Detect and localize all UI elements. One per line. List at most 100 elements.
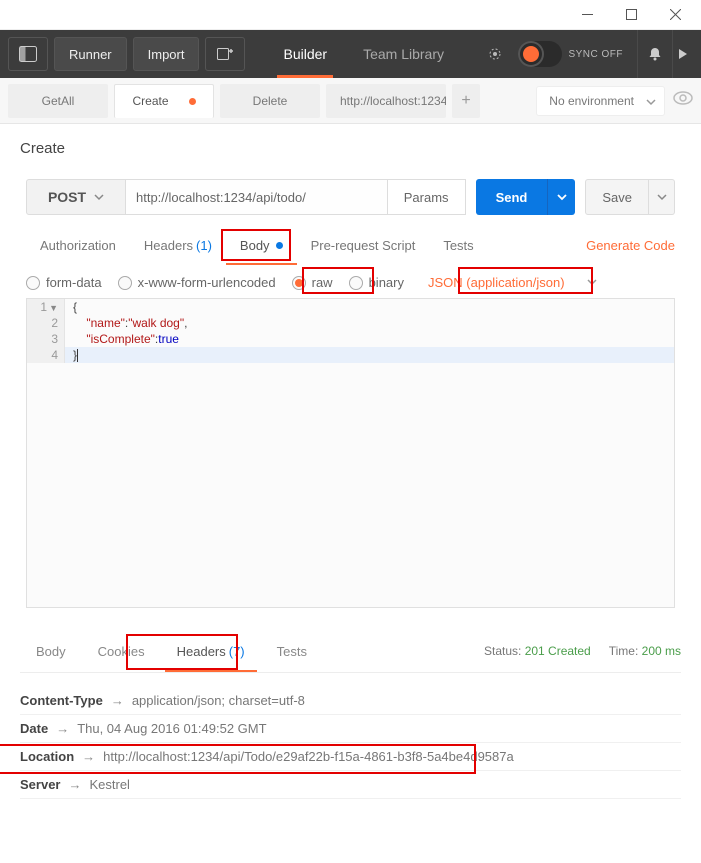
sidebar-toggle-button[interactable] bbox=[8, 37, 48, 71]
header-key: Location bbox=[20, 749, 74, 764]
environment-quicklook-button[interactable] bbox=[673, 91, 693, 110]
headers-count: (7) bbox=[229, 644, 245, 659]
line-number: 4 bbox=[27, 347, 65, 363]
radio-label: raw bbox=[312, 275, 333, 290]
mode-tab-builder[interactable]: Builder bbox=[265, 30, 345, 78]
response-tab-body[interactable]: Body bbox=[20, 630, 82, 672]
window-close-button[interactable] bbox=[653, 1, 697, 29]
response-tabs: Body Cookies Headers (7) Tests Status: 2… bbox=[20, 630, 681, 672]
header-key: Date bbox=[20, 721, 48, 736]
window-titlebar bbox=[0, 0, 701, 30]
line-number: 3 bbox=[27, 331, 65, 347]
body-type-raw[interactable]: raw bbox=[292, 275, 333, 290]
subtab-authorization[interactable]: Authorization bbox=[26, 225, 130, 265]
sync-label: SYNC OFF bbox=[568, 49, 623, 60]
chevron-down-icon bbox=[657, 190, 667, 205]
save-dropdown-button[interactable] bbox=[649, 179, 675, 215]
code-line: "name":"walk dog", bbox=[65, 315, 195, 331]
mode-tab-team-library[interactable]: Team Library bbox=[345, 30, 462, 78]
status-label: Status: 201 Created bbox=[484, 644, 591, 658]
environment-select[interactable]: No environment bbox=[536, 86, 665, 116]
request-tab-create[interactable]: Create bbox=[114, 84, 214, 118]
tab-label: Headers bbox=[177, 644, 226, 659]
header-value: Kestrel bbox=[89, 777, 129, 792]
runner-button[interactable]: Runner bbox=[54, 37, 127, 71]
body-type-row: form-data x-www-form-urlencoded raw bina… bbox=[0, 265, 701, 294]
radio-label: binary bbox=[369, 275, 404, 290]
divider bbox=[20, 672, 681, 673]
subtab-tests[interactable]: Tests bbox=[429, 225, 487, 265]
save-button[interactable]: Save bbox=[585, 179, 649, 215]
window-maximize-button[interactable] bbox=[609, 1, 653, 29]
header-value: Thu, 04 Aug 2016 01:49:52 GMT bbox=[77, 721, 266, 736]
chevron-down-icon bbox=[94, 189, 104, 205]
arrow-icon: → bbox=[68, 777, 81, 792]
radio-icon bbox=[349, 276, 363, 290]
header-key: Content-Type bbox=[20, 693, 103, 708]
params-button[interactable]: Params bbox=[388, 179, 466, 215]
subtab-label: Body bbox=[240, 238, 270, 253]
request-url-input[interactable] bbox=[126, 179, 388, 215]
environment-label: No environment bbox=[549, 94, 634, 108]
tab-label: Create bbox=[132, 94, 168, 108]
request-tab-url[interactable]: http://localhost:1234 bbox=[326, 84, 446, 118]
unsaved-dot-icon bbox=[189, 98, 196, 105]
status-value: 201 Created bbox=[525, 644, 591, 658]
header-key: Server bbox=[20, 777, 60, 792]
subtab-label: Headers bbox=[144, 238, 193, 253]
arrow-icon: → bbox=[111, 693, 124, 708]
new-tab-button[interactable] bbox=[205, 37, 245, 71]
overflow-button[interactable] bbox=[673, 49, 693, 59]
code-line: } bbox=[65, 347, 86, 363]
content-type-label: JSON (application/json) bbox=[428, 275, 565, 290]
body-indicator-icon bbox=[276, 242, 283, 249]
body-type-formdata[interactable]: form-data bbox=[26, 275, 102, 290]
code-line: "isComplete":true bbox=[65, 331, 187, 347]
app-toolbar: Runner Import Builder Team Library SYNC … bbox=[0, 30, 701, 78]
radio-icon bbox=[26, 276, 40, 290]
request-subtabs: Authorization Headers (1) Body Pre-reque… bbox=[0, 225, 701, 265]
body-content-type-select[interactable]: JSON (application/json) bbox=[428, 275, 565, 290]
generate-code-link[interactable]: Generate Code bbox=[586, 238, 675, 253]
line-number: 2 bbox=[27, 315, 65, 331]
send-button[interactable]: Send bbox=[476, 179, 548, 215]
response-tab-cookies[interactable]: Cookies bbox=[82, 630, 161, 672]
window-minimize-button[interactable] bbox=[565, 1, 609, 29]
subtab-prerequest[interactable]: Pre-request Script bbox=[297, 225, 430, 265]
arrow-icon: → bbox=[82, 749, 95, 764]
body-type-binary[interactable]: binary bbox=[349, 275, 404, 290]
response-header-row: Content-Type → application/json; charset… bbox=[20, 687, 681, 715]
code-line: { bbox=[65, 299, 85, 315]
request-body-editor[interactable]: 1▼ { 2 "name":"walk dog", 3 "isComplete"… bbox=[26, 298, 675, 608]
chevron-down-icon bbox=[557, 190, 567, 205]
response-header-row: Server → Kestrel bbox=[20, 771, 681, 799]
radio-label: x-www-form-urlencoded bbox=[138, 275, 276, 290]
radio-icon bbox=[118, 276, 132, 290]
body-type-urlencoded[interactable]: x-www-form-urlencoded bbox=[118, 275, 276, 290]
arrow-icon: → bbox=[56, 721, 69, 736]
time-value: 200 ms bbox=[642, 644, 681, 658]
interceptor-icon[interactable] bbox=[480, 39, 510, 69]
notifications-button[interactable] bbox=[637, 30, 673, 78]
send-dropdown-button[interactable] bbox=[547, 179, 575, 215]
response-tab-tests[interactable]: Tests bbox=[261, 630, 323, 672]
request-tab-delete[interactable]: Delete bbox=[220, 84, 320, 118]
http-method-select[interactable]: POST bbox=[26, 179, 126, 215]
request-url-bar: POST Params Send Save bbox=[0, 161, 701, 225]
header-value: http://localhost:1234/api/Todo/e29af22b-… bbox=[103, 749, 514, 764]
sync-toggle[interactable]: SYNC OFF bbox=[518, 39, 623, 69]
import-button[interactable]: Import bbox=[133, 37, 200, 71]
request-tabs-row: GetAll Create Delete http://localhost:12… bbox=[0, 78, 701, 124]
headers-count: (1) bbox=[196, 238, 212, 253]
request-tab-getall[interactable]: GetAll bbox=[8, 84, 108, 118]
response-section: Body Cookies Headers (7) Tests Status: 2… bbox=[0, 630, 701, 811]
text-cursor bbox=[77, 349, 78, 362]
new-request-tab-button[interactable]: + bbox=[452, 84, 480, 118]
subtab-headers[interactable]: Headers (1) bbox=[130, 225, 226, 265]
response-header-row: Location → http://localhost:1234/api/Tod… bbox=[20, 743, 681, 771]
chevron-down-icon bbox=[646, 96, 656, 110]
chevron-down-icon bbox=[587, 275, 597, 290]
response-tab-headers[interactable]: Headers (7) bbox=[161, 630, 261, 672]
subtab-body[interactable]: Body bbox=[226, 225, 297, 265]
header-value: application/json; charset=utf-8 bbox=[132, 693, 305, 708]
